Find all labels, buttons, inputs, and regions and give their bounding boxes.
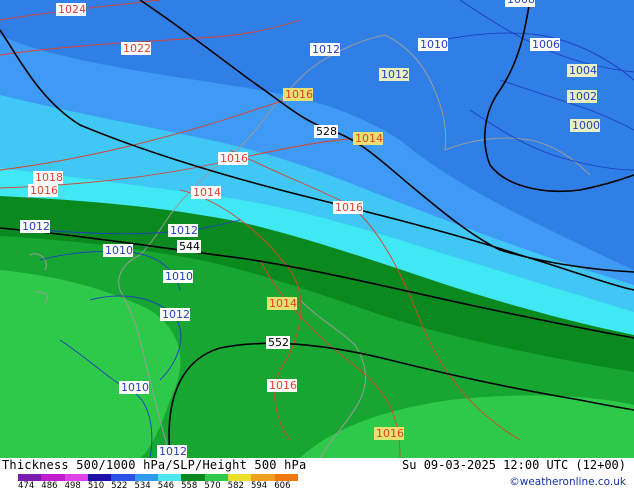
isobar-label: 1014 xyxy=(191,186,221,199)
isobar-label: 1016 xyxy=(374,427,404,440)
map-title: Thickness 500/1000 hPa/SLP/Height 500 hP… xyxy=(2,458,307,472)
legend-swatch xyxy=(181,474,205,481)
height-label: 544 xyxy=(177,240,201,253)
isobar-label: 1010 xyxy=(418,38,448,51)
isobar-label: 1006 xyxy=(530,38,560,51)
isobar-label: 1002 xyxy=(567,90,597,103)
legend-swatch xyxy=(64,474,88,481)
svg-text:1010: 1010 xyxy=(420,38,448,51)
height-label: 552 xyxy=(266,336,290,349)
legend-swatch xyxy=(18,474,42,481)
svg-text:1014: 1014 xyxy=(355,132,383,145)
isobar-label: 1010 xyxy=(163,270,193,283)
svg-text:1016: 1016 xyxy=(285,88,313,101)
isobar-label: 1012 xyxy=(310,43,340,56)
isobar-label: 1004 xyxy=(567,64,597,77)
svg-text:1022: 1022 xyxy=(123,42,151,55)
legend-swatch xyxy=(111,474,135,481)
svg-text:1008: 1008 xyxy=(507,0,535,6)
isobar-label: 1016 xyxy=(28,184,58,197)
isobar-label: 1022 xyxy=(121,42,151,55)
map-canvas: 1024 1022 1018 1016 1016 1014 1016 1014 … xyxy=(0,0,634,458)
weather-map: 1024 1022 1018 1016 1016 1014 1016 1014 … xyxy=(0,0,634,458)
isobar-label: 1016 xyxy=(283,88,313,101)
svg-text:1014: 1014 xyxy=(193,186,221,199)
isobar-label: 1010 xyxy=(103,244,133,257)
isobar-label: 1012 xyxy=(157,445,187,458)
isobar-label: 1024 xyxy=(56,3,86,16)
isobar-label: 1016 xyxy=(218,152,248,165)
svg-text:1016: 1016 xyxy=(30,184,58,197)
legend-swatch xyxy=(251,474,275,481)
isobar-label: 1012 xyxy=(168,224,198,237)
svg-text:1012: 1012 xyxy=(22,220,50,233)
svg-text:1004: 1004 xyxy=(569,64,597,77)
svg-text:1012: 1012 xyxy=(159,445,187,458)
svg-text:1016: 1016 xyxy=(335,201,363,214)
svg-text:1006: 1006 xyxy=(532,38,560,51)
color-legend xyxy=(18,474,298,481)
svg-text:1010: 1010 xyxy=(105,244,133,257)
svg-text:1018: 1018 xyxy=(35,171,63,184)
isobar-label: 1012 xyxy=(20,220,50,233)
legend-swatch xyxy=(41,474,65,481)
map-footer: Thickness 500/1000 hPa/SLP/Height 500 hP… xyxy=(0,458,634,491)
svg-text:544: 544 xyxy=(179,240,200,253)
credit-link[interactable]: ©weatheronline.co.uk xyxy=(509,476,626,488)
svg-text:528: 528 xyxy=(316,125,337,138)
svg-text:1010: 1010 xyxy=(165,270,193,283)
svg-text:1010: 1010 xyxy=(121,381,149,394)
isobar-label: 1012 xyxy=(379,68,409,81)
legend-swatch xyxy=(274,474,298,481)
legend-swatch xyxy=(204,474,228,481)
height-label: 528 xyxy=(314,125,338,138)
svg-text:1012: 1012 xyxy=(381,68,409,81)
isobar-label: 1010 xyxy=(119,381,149,394)
isobar-label: 1016 xyxy=(267,379,297,392)
svg-text:1012: 1012 xyxy=(162,308,190,321)
legend-swatch xyxy=(157,474,182,481)
isobar-label: 1016 xyxy=(333,201,363,214)
legend-swatch xyxy=(134,474,158,481)
svg-text:1016: 1016 xyxy=(220,152,248,165)
svg-text:1012: 1012 xyxy=(170,224,198,237)
svg-text:1016: 1016 xyxy=(376,427,404,440)
svg-text:1024: 1024 xyxy=(58,3,86,16)
legend-swatch xyxy=(87,474,112,481)
svg-text:1000: 1000 xyxy=(572,119,600,132)
isobar-label: 1014 xyxy=(267,297,297,310)
forecast-datetime: Su 09-03-2025 12:00 UTC (12+00) xyxy=(402,458,626,472)
isobar-label: 1014 xyxy=(353,132,383,145)
svg-text:1012: 1012 xyxy=(312,43,340,56)
svg-text:1014: 1014 xyxy=(269,297,297,310)
svg-text:552: 552 xyxy=(268,336,289,349)
isobar-label: 1012 xyxy=(160,308,190,321)
svg-text:1016: 1016 xyxy=(269,379,297,392)
isobar-label: 1000 xyxy=(570,119,600,132)
isobar-label: 1018 xyxy=(33,171,63,184)
svg-text:1002: 1002 xyxy=(569,90,597,103)
legend-swatch xyxy=(227,474,252,481)
isobar-label: 1008 xyxy=(505,0,535,7)
